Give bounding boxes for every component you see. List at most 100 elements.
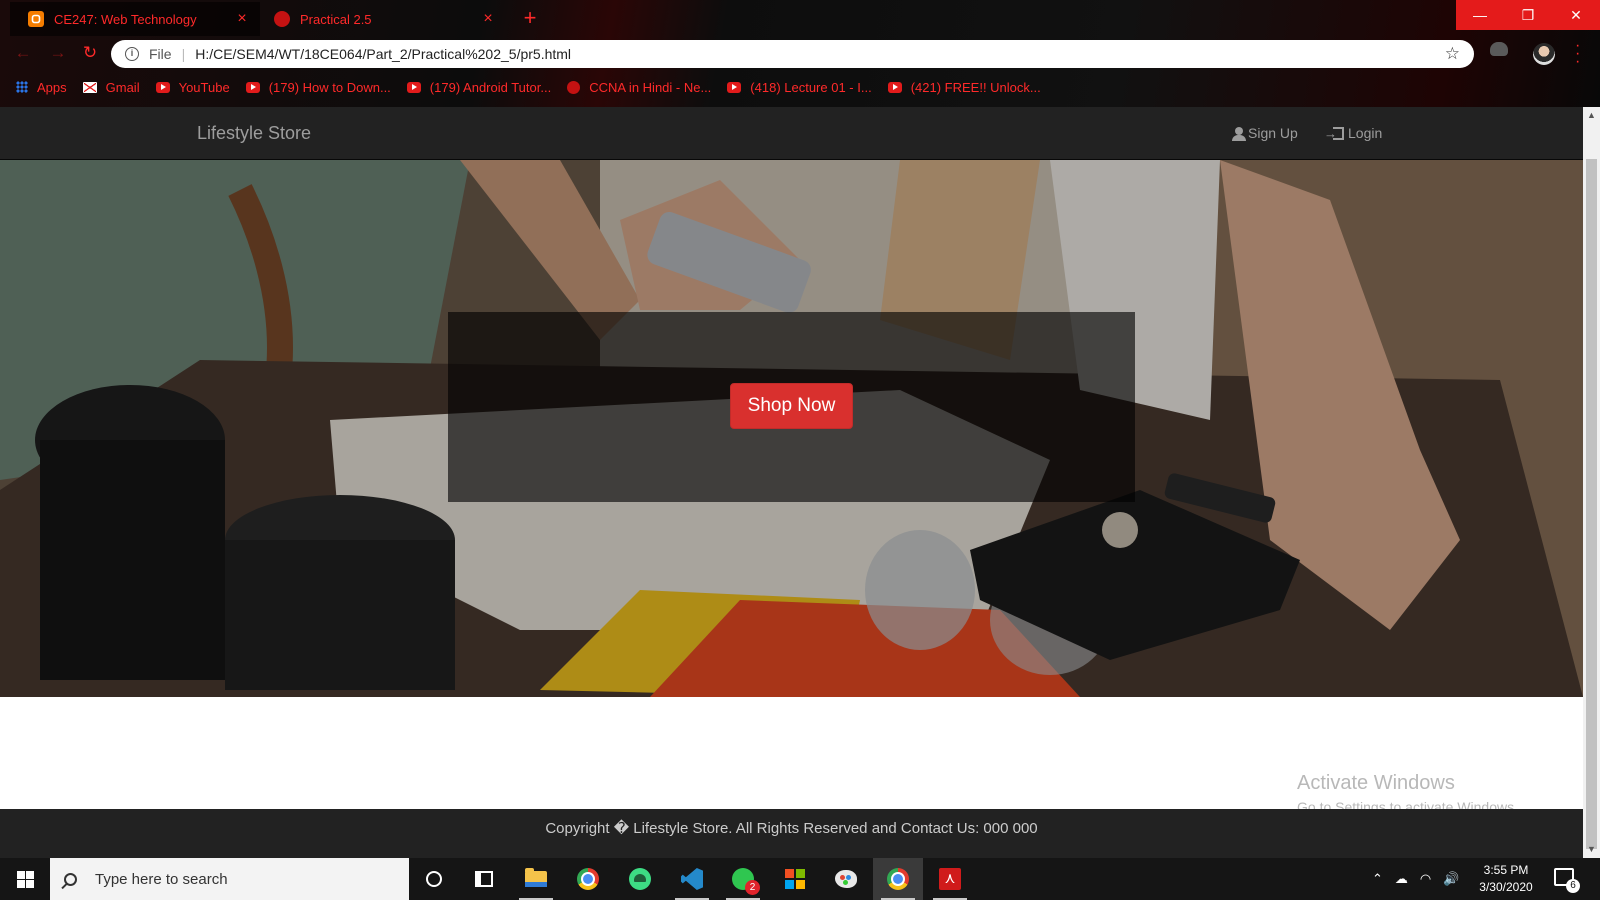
chrome-button[interactable] [563, 858, 613, 900]
reload-icon[interactable]: ↻ [80, 43, 100, 63]
bookmark-item[interactable]: Apps [16, 80, 67, 95]
acrobat-icon [939, 868, 961, 890]
vscode-button[interactable] [667, 858, 717, 900]
close-icon[interactable]: ✕ [1552, 0, 1600, 30]
bookmark-item[interactable]: (418) Lecture 01 - I... [727, 80, 872, 95]
banner: Shop Now [0, 160, 1583, 697]
extension-icon[interactable] [1490, 42, 1508, 56]
browser-toolbar: ← → ↻ i File | H:/CE/SEM4/WT/18CE064/Par… [0, 36, 1600, 70]
search-icon [64, 872, 77, 886]
scrollbar-thumb[interactable] [1586, 159, 1597, 849]
bookmark-label: Apps [37, 79, 67, 95]
blogger-icon [28, 11, 44, 27]
youtube-icon [155, 81, 170, 93]
bookmark-label: CCNA in Hindi - Ne... [589, 79, 712, 95]
watermark-title: Activate Windows [1297, 772, 1455, 794]
microsoft-store-icon [785, 869, 805, 889]
login-link[interactable]: Login [1324, 107, 1383, 160]
bookmark-label: Gmail [105, 79, 140, 95]
youtube-icon [245, 81, 260, 93]
whatsapp-icon: 2 [732, 868, 760, 895]
tab-strip: CE247: Web Technology × Practical 2.5 × … [0, 0, 1600, 36]
bookmark-item[interactable]: YouTube [155, 79, 230, 95]
bookmark-star-icon[interactable]: ☆ [1445, 44, 1460, 64]
profile-avatar[interactable] [1533, 43, 1555, 65]
tab-practical[interactable]: Practical 2.5 × [256, 2, 506, 36]
browser-chrome: CE247: Web Technology × Practical 2.5 × … [0, 0, 1600, 107]
address-bar[interactable]: i File | H:/CE/SEM4/WT/18CE064/Part_2/Pr… [111, 40, 1474, 68]
signup-label: Sign Up [1248, 125, 1298, 141]
globe-icon [274, 11, 290, 27]
restore-icon[interactable]: ❐ [1504, 0, 1552, 30]
brand-link[interactable]: Lifestyle Store [197, 107, 311, 160]
file-explorer-button[interactable] [511, 858, 561, 900]
task-view-button[interactable] [459, 858, 509, 900]
tab-ce247[interactable]: CE247: Web Technology × [10, 2, 260, 36]
bookmark-item[interactable]: CCNA in Hindi - Ne... [567, 80, 711, 95]
bookmark-label: (179) Android Tutor... [429, 79, 552, 95]
user-icon [1232, 126, 1246, 141]
separator: | [181, 46, 186, 62]
footer-text: Copyright � Lifestyle Store. All Rights … [545, 820, 1038, 837]
notification-center-icon[interactable]: 6 [1554, 868, 1580, 893]
tab-title: CE247: Web Technology [54, 11, 197, 27]
taskbar-search-box[interactable]: Type here to search [50, 858, 409, 900]
tab-close-icon[interactable]: × [234, 10, 250, 28]
youtube-icon [406, 81, 421, 93]
system-tray: ⌃ ☁ ◠ 🔊 [1372, 858, 1471, 900]
android-studio-button[interactable] [615, 858, 665, 900]
page-viewport: Lifestyle Store Sign Up Login [0, 107, 1583, 858]
site-footer: Copyright � Lifestyle Store. All Rights … [0, 809, 1583, 858]
window-controls: — ❐ ✕ [1456, 0, 1600, 30]
bookmark-item[interactable]: (179) How to Down... [245, 79, 391, 95]
globe-icon [567, 80, 581, 94]
youtube-icon [887, 81, 902, 93]
minimize-icon[interactable]: — [1456, 0, 1504, 30]
clock-date: 3/30/2020 [1479, 880, 1533, 894]
wifi-icon[interactable]: ◠ [1420, 871, 1431, 887]
store-button[interactable] [770, 858, 820, 900]
notification-count: 6 [1566, 879, 1580, 893]
bookmark-item[interactable]: Gmail [82, 79, 140, 95]
cortana-button[interactable] [409, 858, 459, 900]
chrome-window-button[interactable] [873, 858, 923, 900]
whatsapp-button[interactable]: 2 [718, 858, 768, 900]
scroll-down-icon[interactable]: ▼ [1583, 841, 1600, 858]
new-tab-button[interactable]: + [517, 5, 543, 31]
info-icon[interactable]: i [125, 47, 139, 61]
youtube-icon [727, 81, 742, 93]
android-studio-icon [629, 868, 651, 890]
windows-logo-icon [16, 870, 34, 888]
cortana-icon [426, 871, 442, 887]
volume-icon[interactable]: 🔊 [1443, 871, 1459, 887]
url-text[interactable]: H:/CE/SEM4/WT/18CE064/Part_2/Practical%2… [195, 46, 1445, 62]
banner-content-box: Shop Now [448, 312, 1135, 502]
back-icon[interactable]: ← [13, 43, 33, 63]
bookmark-label: YouTube [178, 79, 230, 95]
onedrive-icon[interactable]: ☁ [1395, 871, 1408, 887]
chrome-icon [577, 868, 599, 890]
bookmark-label: (179) How to Down... [268, 79, 391, 95]
forward-icon[interactable]: → [48, 43, 68, 63]
clock-time: 3:55 PM [1483, 863, 1529, 877]
start-button[interactable] [0, 858, 50, 900]
page-scrollbar[interactable]: ▲ ▼ [1583, 107, 1600, 858]
search-placeholder: Type here to search [95, 870, 228, 888]
acrobat-button[interactable] [925, 858, 975, 900]
bookmark-item[interactable]: (179) Android Tutor... [406, 79, 552, 95]
chrome-icon [887, 868, 909, 890]
shop-now-button[interactable]: Shop Now [730, 383, 853, 429]
scroll-up-icon[interactable]: ▲ [1583, 107, 1600, 124]
tab-close-icon[interactable]: × [480, 10, 496, 28]
taskbar-clock[interactable]: 3:55 PM 3/30/2020 [1474, 862, 1538, 896]
windows-taskbar: Type here to search 2 ⌃ ☁ ◠ 🔊 3:55 PM 3/… [0, 858, 1600, 900]
signup-link[interactable]: Sign Up [1232, 107, 1298, 160]
tab-title: Practical 2.5 [300, 11, 372, 27]
bookmark-item[interactable]: (421) FREE!! Unlock... [887, 80, 1041, 95]
chevron-up-icon[interactable]: ⌃ [1372, 871, 1383, 887]
paint-button[interactable] [821, 858, 871, 900]
file-explorer-icon [525, 868, 547, 887]
login-label: Login [1348, 125, 1383, 141]
menu-dots-icon[interactable]: · · · [1575, 38, 1581, 70]
vscode-icon [681, 868, 703, 890]
